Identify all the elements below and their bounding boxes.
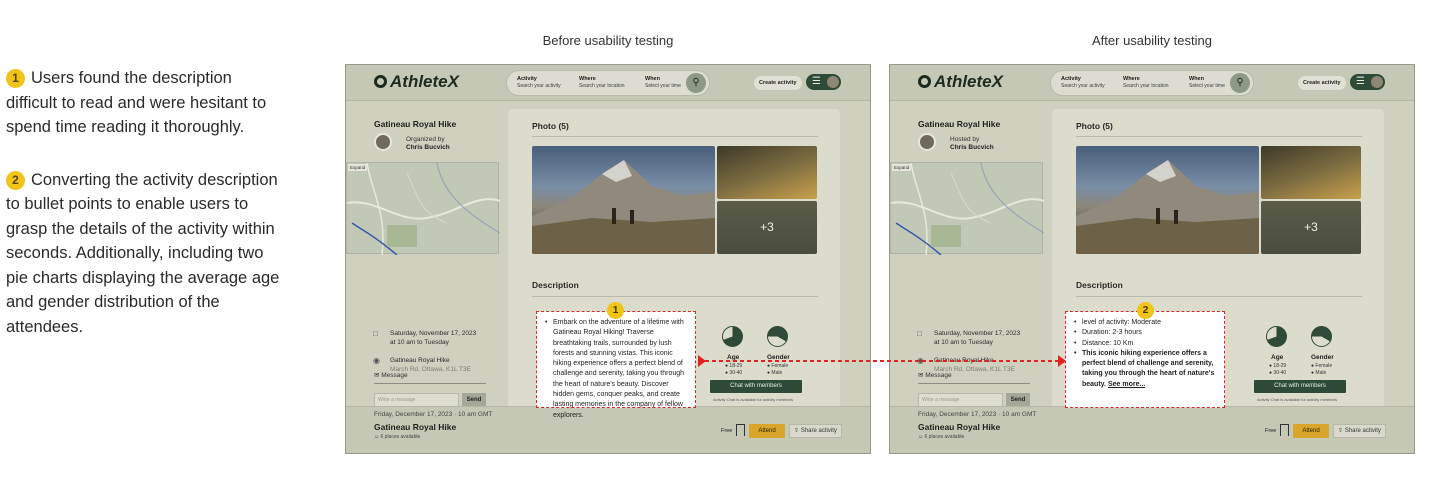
description-paragraph: Embark on the adventure of a lifetime wi… [545, 318, 689, 421]
bullet-level: level of activity: Moderate [1074, 318, 1218, 329]
bullet-duration: Duration: 2-3 hours [1074, 328, 1218, 339]
comparison-arrow [698, 355, 1066, 367]
description-callout-before: Embark on the adventure of a lifetime wi… [536, 311, 696, 419]
description-callout-after: level of activity: Moderate Duration: 2-… [1065, 311, 1225, 408]
callout-badge-1: 1 [607, 302, 624, 319]
bullet-summary: This iconic hiking experience offers a p… [1074, 349, 1218, 390]
see-more-link[interactable]: See more... [1108, 381, 1145, 388]
callout-badge-2: 2 [1137, 302, 1154, 319]
bullet-distance: Distance: 10 Km [1074, 339, 1218, 350]
